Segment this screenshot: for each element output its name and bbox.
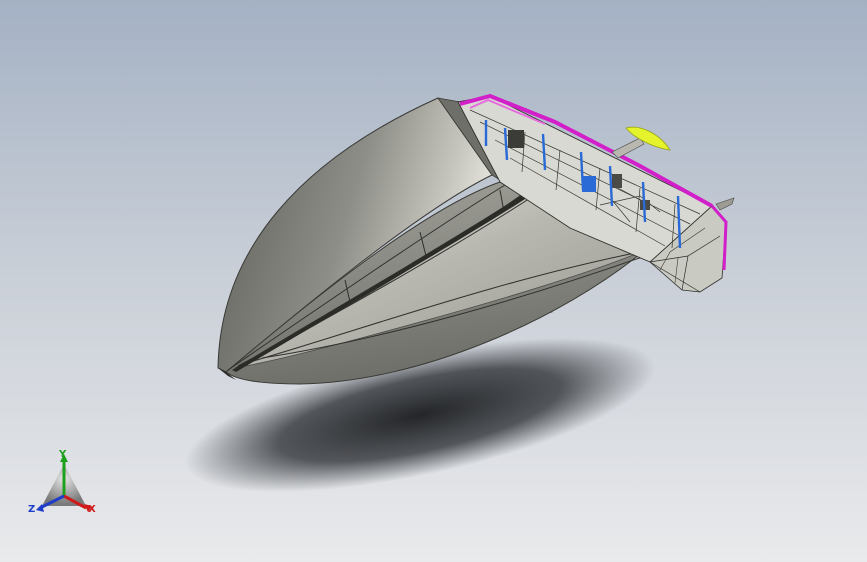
stern-shaft — [611, 137, 645, 159]
triad-x-label: X — [88, 504, 96, 515]
boat-hull-model[interactable] — [0, 0, 867, 562]
triad-z-label: Z — [28, 504, 36, 515]
3d-graphics-viewport[interactable]: Y X Z — [0, 0, 867, 562]
aft-pin — [715, 197, 735, 211]
triad-y-label: Y — [59, 449, 67, 460]
orientation-triad[interactable]: Y X Z — [24, 446, 104, 526]
